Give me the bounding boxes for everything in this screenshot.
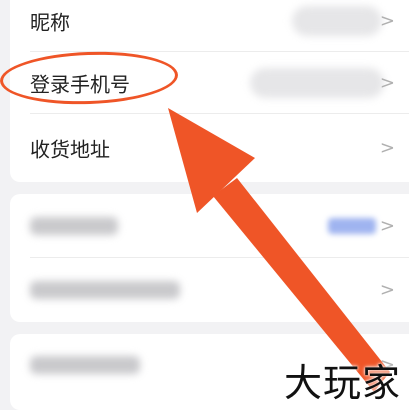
pointer-arrow-annotation [168,108,390,392]
watermark-text: 大玩家 [284,361,402,405]
